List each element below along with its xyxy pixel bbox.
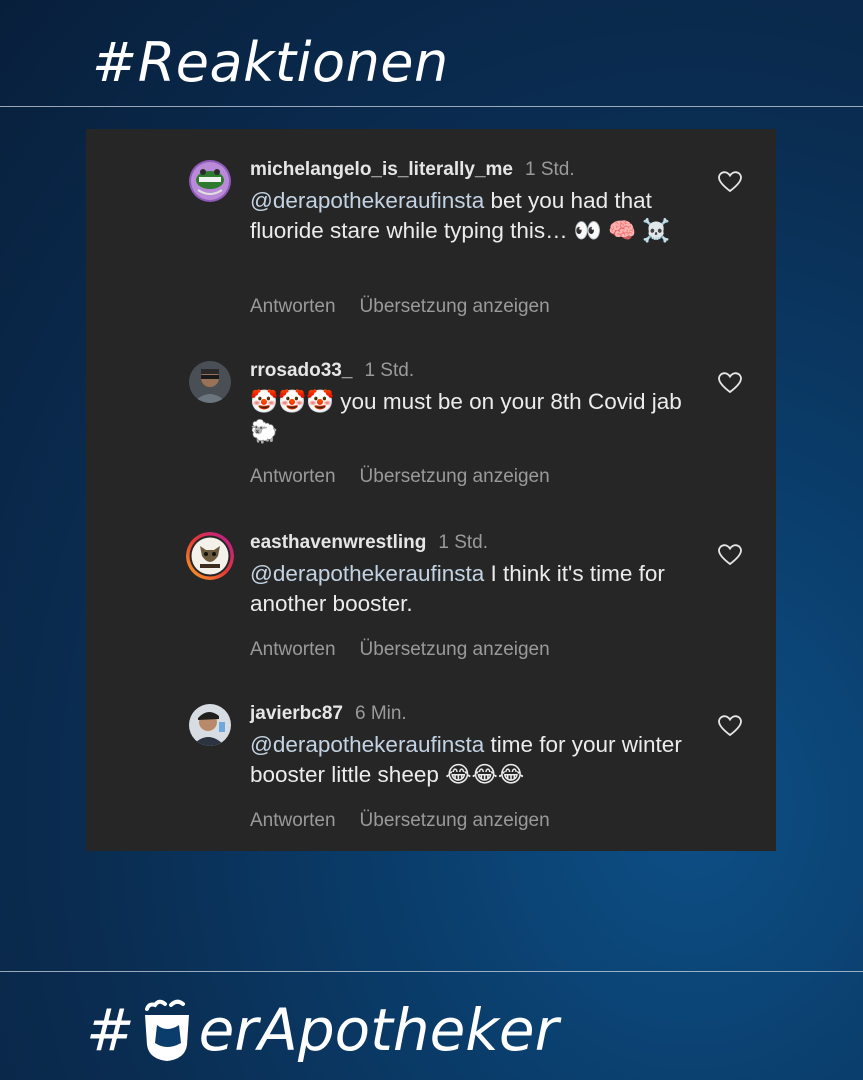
avatar[interactable]	[189, 704, 231, 746]
avatar-image	[189, 361, 231, 403]
brand-text: erApotheker	[198, 996, 559, 1064]
comment-time: 1 Std.	[364, 360, 415, 381]
comment-actions: Antworten Übersetzung anzeigen	[250, 810, 574, 832]
comment-text: @derapothekeraufinsta time for your wint…	[250, 730, 710, 790]
reply-button[interactable]: Antworten	[250, 466, 336, 487]
avatar-image	[189, 704, 231, 746]
comment-time: 6 Min.	[354, 703, 407, 724]
comment-meta: michelangelo_is_literally_me 1 Std.	[250, 159, 575, 181]
comment-text: @derapothekeraufinsta I think it's time …	[250, 559, 710, 619]
avatar-image	[186, 532, 234, 580]
comment-actions: Antworten Übersetzung anzeigen	[250, 296, 574, 318]
translate-button[interactable]: Übersetzung anzeigen	[360, 639, 550, 660]
top-divider	[0, 106, 863, 107]
comments-panel: michelangelo_is_literally_me 1 Std. @dera…	[86, 129, 776, 851]
comment-meta: rrosado33_ 1 Std.	[250, 360, 414, 382]
comment-username[interactable]: easthavenwrestling	[250, 532, 426, 553]
pharmacist-logo-icon	[144, 999, 189, 1061]
comment-mention[interactable]: @derapothekeraufinsta	[250, 732, 484, 757]
avatar[interactable]	[186, 532, 234, 580]
comment-actions: Antworten Übersetzung anzeigen	[250, 466, 574, 488]
comment-text: 🤡🤡🤡 you must be on your 8th Covid jab 🐑	[250, 387, 710, 447]
like-heart-icon[interactable]	[718, 544, 742, 566]
comment-username[interactable]: michelangelo_is_literally_me	[250, 159, 513, 180]
comment-actions: Antworten Übersetzung anzeigen	[250, 639, 574, 661]
brand-hashtag: # erApotheker	[86, 995, 558, 1065]
comment-text: @derapothekeraufinsta bet you had that f…	[250, 186, 710, 246]
avatar[interactable]	[189, 361, 231, 403]
comment-meta: javierbc87 6 Min.	[250, 703, 407, 725]
comment-meta: easthavenwrestling 1 Std.	[250, 532, 488, 554]
comment-mention[interactable]: @derapothekeraufinsta	[250, 561, 484, 586]
reply-button[interactable]: Antworten	[250, 296, 336, 317]
comment-body: 🤡🤡🤡 you must be on your 8th Covid jab 🐑	[250, 389, 682, 444]
translate-button[interactable]: Übersetzung anzeigen	[360, 810, 550, 831]
comment-time: 1 Std.	[438, 532, 488, 553]
comment-username[interactable]: rrosado33_	[250, 360, 352, 381]
translate-button[interactable]: Übersetzung anzeigen	[360, 466, 550, 487]
brand-hash: #	[86, 996, 135, 1064]
like-heart-icon[interactable]	[718, 171, 742, 193]
comment-mention[interactable]: @derapothekeraufinsta	[250, 188, 484, 213]
translate-button[interactable]: Übersetzung anzeigen	[360, 296, 550, 317]
comment-time: 1 Std.	[524, 159, 575, 180]
page-title: #Reaktionen	[92, 31, 449, 94]
like-heart-icon[interactable]	[718, 715, 742, 737]
reply-button[interactable]: Antworten	[250, 810, 336, 831]
reply-button[interactable]: Antworten	[250, 639, 336, 660]
avatar-image	[189, 160, 231, 202]
like-heart-icon[interactable]	[718, 372, 742, 394]
bottom-divider	[0, 971, 863, 972]
avatar[interactable]	[189, 160, 231, 202]
comment-username[interactable]: javierbc87	[250, 703, 343, 724]
